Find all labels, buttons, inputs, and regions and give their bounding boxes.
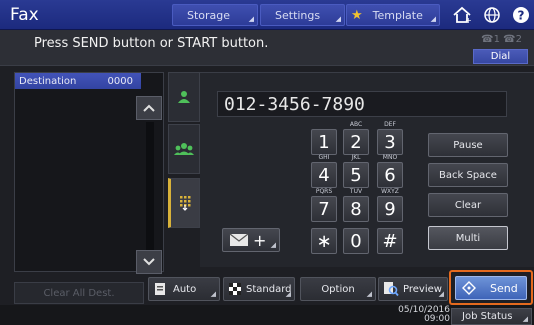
option-button[interactable]: Option ◢: [300, 277, 376, 301]
key-letters: ABC: [349, 121, 363, 128]
svg-text:?: ?: [518, 9, 525, 23]
key-letters: DEF: [384, 121, 396, 128]
key-letters: MNO: [382, 154, 398, 161]
dropdown-arrow-icon: ◢: [522, 315, 528, 323]
group-icon: [174, 143, 194, 155]
dropdown-arrow-icon: ◢: [270, 241, 276, 249]
chevron-up-icon: [143, 104, 155, 112]
key-3[interactable]: DEF 3: [377, 121, 403, 155]
key-9[interactable]: WXYZ 9: [377, 188, 403, 222]
multi-button[interactable]: Multi: [428, 226, 508, 250]
dropdown-arrow-icon: ◢: [335, 15, 341, 23]
app-title: Fax: [10, 5, 39, 25]
email-add-button[interactable]: + ◢: [222, 228, 280, 252]
preview-icon: [384, 282, 399, 297]
storage-button[interactable]: Storage ◢: [172, 4, 258, 26]
send-diamond-icon: [462, 281, 476, 295]
key-digit: 8: [350, 198, 362, 220]
pause-button[interactable]: Pause: [428, 133, 508, 157]
preview-label: Preview: [403, 283, 442, 295]
job-status-button[interactable]: Job Status ◢: [451, 308, 532, 325]
key-digit: 7: [318, 198, 330, 220]
job-status-label: Job Status: [462, 311, 513, 322]
storage-label: Storage: [187, 8, 231, 22]
color-mode-label: Auto: [173, 283, 197, 295]
destination-header: Destination 0000: [15, 73, 141, 89]
help-icon[interactable]: ?: [510, 5, 532, 25]
settings-button[interactable]: Settings ◢: [260, 4, 345, 26]
message-bar: Press SEND button or START button. ☎1 ☎2: [0, 30, 534, 66]
dropdown-arrow-icon: ◢: [248, 15, 254, 23]
settings-label: Settings: [275, 8, 321, 22]
time-text: 09:00: [424, 314, 450, 324]
key-5[interactable]: JKL 5: [343, 154, 369, 188]
fax-number-display[interactable]: 012-3456-7890: [217, 91, 507, 117]
send-label: Send: [490, 281, 518, 295]
home-icon[interactable]: +: [451, 5, 473, 25]
key-digit: 4: [318, 164, 330, 186]
tab-group-contacts[interactable]: [168, 124, 200, 174]
key-8[interactable]: TUV 8: [343, 188, 369, 222]
send-button[interactable]: Send: [455, 276, 527, 300]
line-status: ☎1 ☎2: [481, 34, 522, 45]
key-digit: 0: [350, 230, 362, 252]
dial-button[interactable]: Dial: [473, 49, 528, 64]
destination-count: 0000: [107, 75, 133, 87]
color-mode-button[interactable]: Auto ◢: [148, 277, 220, 301]
key-6[interactable]: MNO 6: [377, 154, 403, 188]
key-letters: WXYZ: [381, 188, 399, 195]
dropdown-arrow-icon: ◢: [438, 290, 444, 298]
key-1[interactable]: 1: [311, 129, 337, 155]
tab-keypad[interactable]: [168, 178, 200, 228]
svg-text:+: +: [465, 16, 472, 24]
key-letters: PQRS: [315, 188, 333, 195]
resolution-icon: [229, 283, 241, 295]
email-add-plus: +: [253, 230, 267, 250]
globe-icon[interactable]: [481, 5, 503, 25]
dropdown-arrow-icon: ◢: [285, 290, 291, 298]
key-digit: 1: [318, 131, 330, 153]
template-label: Template: [372, 8, 423, 22]
key-2[interactable]: ABC 2: [343, 121, 369, 155]
title-bar: Fax Storage ◢ Settings ◢ ★ Template ◢ + …: [0, 0, 534, 30]
key-digit: 5: [350, 164, 362, 186]
envelope-icon: [229, 233, 249, 246]
back-space-button[interactable]: Back Space: [428, 163, 508, 187]
star-icon: ★: [351, 7, 363, 23]
key-digit: 3: [384, 131, 396, 153]
key-letters: JKL: [351, 154, 361, 161]
keypad-icon: [180, 196, 191, 211]
resolution-button[interactable]: Standard ◢: [223, 277, 295, 301]
dropdown-arrow-icon: ◢: [210, 290, 216, 298]
instruction-message: Press SEND button or START button.: [34, 36, 269, 51]
color-mode-icon: [155, 283, 165, 295]
tab-single-contact[interactable]: [168, 72, 200, 122]
dropdown-arrow-icon: ◢: [366, 290, 372, 298]
destination-header-label: Destination: [19, 75, 77, 87]
key-12[interactable]: #: [377, 228, 403, 254]
key-11[interactable]: 0: [343, 228, 369, 254]
template-button[interactable]: ★ Template ◢: [346, 4, 440, 26]
key-10[interactable]: ∗: [311, 228, 337, 254]
key-letters: GHI: [318, 154, 330, 161]
scroll-up-button[interactable]: [136, 96, 162, 120]
scrollbar-track[interactable]: [146, 122, 154, 250]
key-digit: ∗: [316, 230, 332, 252]
key-digit: 6: [384, 164, 396, 186]
key-7[interactable]: PQRS 7: [311, 188, 337, 222]
person-icon: [178, 91, 190, 103]
key-digit: 9: [384, 198, 396, 220]
scroll-down-button[interactable]: [136, 250, 162, 274]
key-letters: TUV: [349, 188, 363, 195]
chevron-down-icon: [143, 258, 155, 266]
key-4[interactable]: GHI 4: [311, 154, 337, 188]
clear-all-destinations-button[interactable]: Clear All Dest.: [14, 282, 144, 304]
dropdown-arrow-icon: ◢: [430, 15, 436, 23]
key-digit: #: [382, 230, 398, 252]
option-label: Option: [321, 283, 355, 295]
date-time: 05/10/2016 09:00: [398, 306, 450, 324]
preview-button[interactable]: Preview ◢: [378, 277, 448, 301]
clear-button[interactable]: Clear: [428, 193, 508, 217]
key-digit: 2: [350, 131, 362, 153]
